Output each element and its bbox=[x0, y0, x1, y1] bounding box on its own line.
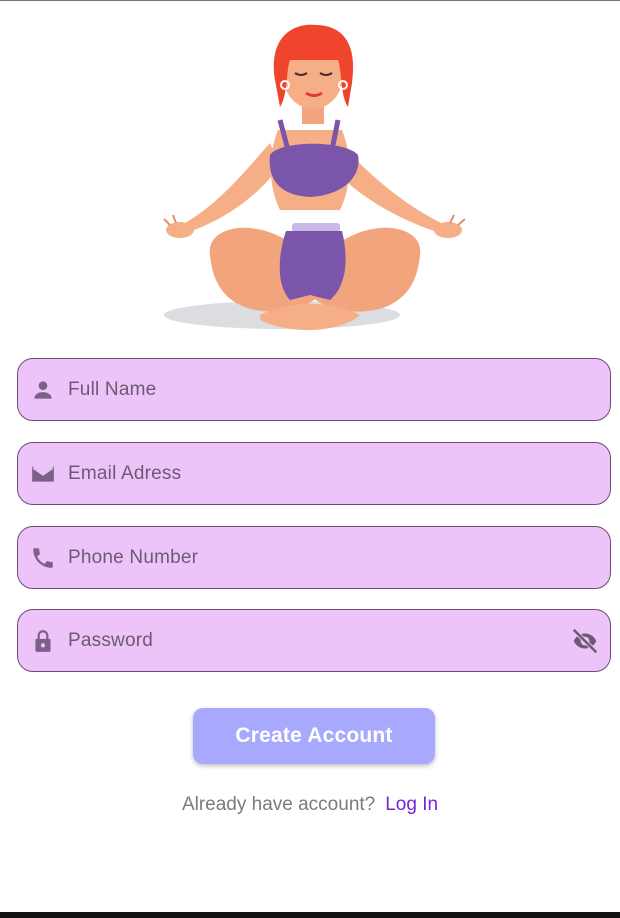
visibility-off-icon[interactable] bbox=[570, 626, 600, 656]
phone-placeholder: Phone Number bbox=[68, 546, 199, 568]
password-field[interactable]: Password bbox=[17, 609, 611, 672]
create-account-button[interactable]: Create Account bbox=[193, 708, 435, 764]
signup-screen: Full Name Email Adress Phone Number Pass… bbox=[0, 0, 620, 912]
meditation-illustration bbox=[163, 24, 466, 331]
password-placeholder: Password bbox=[68, 629, 154, 651]
phone-icon bbox=[30, 545, 56, 571]
log-in-link[interactable]: Log In bbox=[385, 794, 438, 815]
already-have-account-text: Already have account? bbox=[181, 794, 376, 815]
mail-icon bbox=[30, 461, 56, 487]
phone-field[interactable]: Phone Number bbox=[17, 526, 611, 589]
full-name-field[interactable]: Full Name bbox=[17, 358, 611, 421]
lock-icon bbox=[30, 628, 56, 654]
full-name-placeholder: Full Name bbox=[68, 378, 157, 400]
email-field[interactable]: Email Adress bbox=[17, 442, 611, 505]
login-prompt: Already have account? Log In bbox=[0, 794, 620, 816]
email-placeholder: Email Adress bbox=[68, 462, 182, 484]
person-icon bbox=[30, 377, 56, 403]
